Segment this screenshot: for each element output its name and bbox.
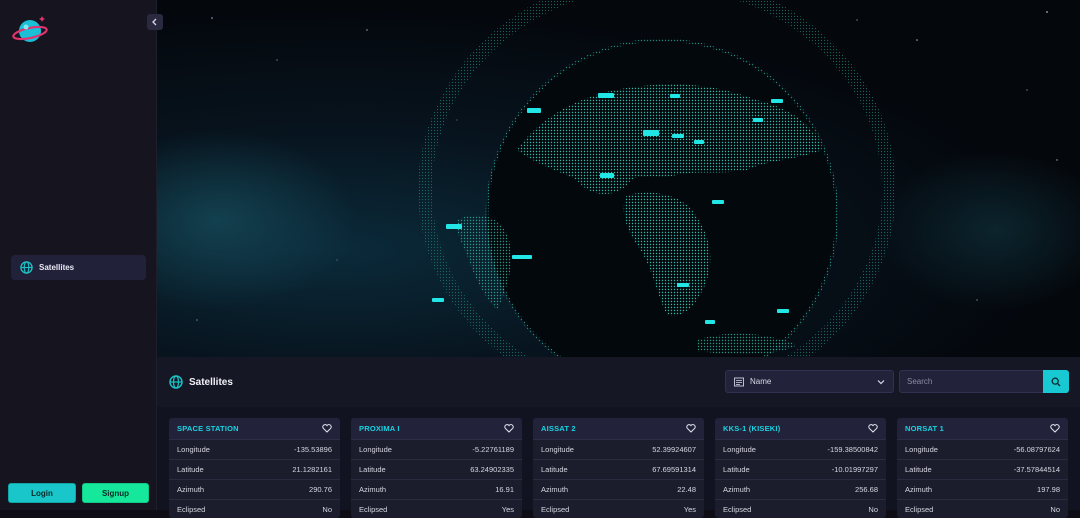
- azimuth-row: Azimuth 16.91: [351, 480, 522, 500]
- azimuth-value: 16.91: [495, 485, 514, 494]
- latitude-row: Latitude -10.01997297: [715, 460, 886, 480]
- panel-title-text: Satellites: [189, 376, 233, 388]
- satellite-name: AISSAT 2: [541, 424, 576, 433]
- satellite-name: PROXIMA I: [359, 424, 400, 433]
- heart-icon[interactable]: [868, 424, 878, 433]
- satellite-card[interactable]: PROXIMA I Longitude -5.22761189 Latitude 6…: [351, 418, 522, 518]
- latitude-value: 67.69591314: [652, 465, 696, 474]
- chevron-left-icon: [152, 18, 157, 26]
- field-label: Longitude: [359, 445, 392, 454]
- satellite-name: NORSAT 1: [905, 424, 944, 433]
- sort-select[interactable]: Name: [725, 370, 894, 393]
- field-label: Longitude: [541, 445, 574, 454]
- eclipsed-row: Eclipsed No: [169, 500, 340, 518]
- latitude-value: -10.01997297: [831, 465, 878, 474]
- field-label: Latitude: [723, 465, 750, 474]
- search-input[interactable]: [899, 370, 1044, 393]
- longitude-value: -135.53896: [294, 445, 332, 454]
- collapse-sidebar-button[interactable]: [147, 14, 163, 30]
- globe-icon: [20, 261, 33, 274]
- latitude-value: 21.1282161: [292, 465, 332, 474]
- search-icon: [1051, 377, 1061, 386]
- card-header: SPACE STATION: [169, 418, 340, 440]
- satellite-card[interactable]: NORSAT 1 Longitude -56.08797624 Latitude -…: [897, 418, 1068, 518]
- globe-visualization[interactable]: [157, 0, 1080, 357]
- satellite-card[interactable]: SPACE STATION Longitude -135.53896 Latitu…: [169, 418, 340, 518]
- sidebar-item-satellites[interactable]: Satellites: [11, 255, 146, 280]
- field-label: Longitude: [723, 445, 756, 454]
- list-icon: [734, 377, 744, 386]
- azimuth-value: 290.76: [309, 485, 332, 494]
- globe-icon: [169, 375, 183, 389]
- latitude-row: Latitude -37.57844514: [897, 460, 1068, 480]
- longitude-value: -5.22761189: [472, 445, 514, 454]
- latitude-row: Latitude 21.1282161: [169, 460, 340, 480]
- azimuth-value: 256.68: [855, 485, 878, 494]
- azimuth-row: Azimuth 290.76: [169, 480, 340, 500]
- longitude-row: Longitude 52.39924607: [533, 440, 704, 460]
- latitude-row: Latitude 67.69591314: [533, 460, 704, 480]
- azimuth-row: Azimuth 256.68: [715, 480, 886, 500]
- satellite-card[interactable]: AISSAT 2 Longitude 52.39924607 Latitude 67…: [533, 418, 704, 518]
- satellites-panel: Satellites Name SPACE STA: [157, 357, 1080, 518]
- longitude-value: 52.39924607: [652, 445, 696, 454]
- chevron-down-icon: [877, 379, 885, 384]
- field-label: Longitude: [905, 445, 938, 454]
- longitude-value: -159.38500842: [827, 445, 878, 454]
- card-header: AISSAT 2: [533, 418, 704, 440]
- latitude-value: -37.57844514: [1013, 465, 1060, 474]
- card-header: PROXIMA I: [351, 418, 522, 440]
- azimuth-value: 22.48: [677, 485, 696, 494]
- longitude-row: Longitude -159.38500842: [715, 440, 886, 460]
- azimuth-row: Azimuth 197.98: [897, 480, 1068, 500]
- longitude-row: Longitude -135.53896: [169, 440, 340, 460]
- heart-icon[interactable]: [686, 424, 696, 433]
- field-label: Azimuth: [905, 485, 933, 494]
- eclipsed-row: Eclipsed No: [897, 500, 1068, 518]
- heart-icon[interactable]: [322, 424, 332, 433]
- panel-header: Satellites Name: [157, 357, 1080, 407]
- field-label: Latitude: [359, 465, 386, 474]
- satellite-card[interactable]: KKS-1 (KISEKI) Longitude -159.38500842 La…: [715, 418, 886, 518]
- longitude-value: -56.08797624: [1013, 445, 1060, 454]
- field-label: Azimuth: [723, 485, 751, 494]
- sidebar-item-label: Satellites: [39, 263, 75, 272]
- azimuth-value: 197.98: [1037, 485, 1060, 494]
- card-header: KKS-1 (KISEKI): [715, 418, 886, 440]
- card-header: NORSAT 1: [897, 418, 1068, 440]
- longitude-row: Longitude -5.22761189: [351, 440, 522, 460]
- signup-button[interactable]: Signup: [82, 483, 149, 503]
- longitude-row: Longitude -56.08797624: [897, 440, 1068, 460]
- latitude-row: Latitude 63.24902335: [351, 460, 522, 480]
- search-button[interactable]: [1043, 370, 1069, 393]
- eclipsed-row: Eclipsed Yes: [533, 500, 704, 518]
- globe-map: [157, 0, 1080, 357]
- field-label: Latitude: [541, 465, 568, 474]
- latitude-value: 63.24902335: [470, 465, 514, 474]
- sidebar: Satellites Login Signup: [0, 0, 157, 510]
- planet-logo-icon[interactable]: [12, 12, 48, 48]
- field-label: Longitude: [177, 445, 210, 454]
- field-label: Azimuth: [177, 485, 205, 494]
- field-label: Latitude: [177, 465, 204, 474]
- panel-title: Satellites: [169, 375, 233, 389]
- satellite-name: KKS-1 (KISEKI): [723, 424, 781, 433]
- heart-icon[interactable]: [504, 424, 514, 433]
- login-button[interactable]: Login: [8, 483, 76, 503]
- eclipsed-row: Eclipsed No: [715, 500, 886, 518]
- sort-select-value: Name: [750, 377, 772, 386]
- field-label: Azimuth: [359, 485, 387, 494]
- heart-icon[interactable]: [1050, 424, 1060, 433]
- satellite-name: SPACE STATION: [177, 424, 239, 433]
- field-label: Azimuth: [541, 485, 569, 494]
- azimuth-row: Azimuth 22.48: [533, 480, 704, 500]
- field-label: Latitude: [905, 465, 932, 474]
- eclipsed-row: Eclipsed Yes: [351, 500, 522, 518]
